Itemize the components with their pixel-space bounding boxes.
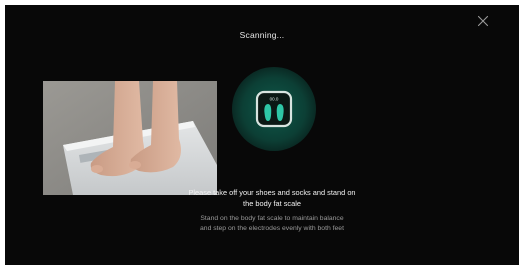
scan-dialog: Scanning... 00.0 Please take off your sh… [5,5,519,265]
scan-status-text: Scanning... [239,30,285,40]
close-icon[interactable] [477,15,489,27]
feet-on-scale-photo [43,81,217,195]
scale-display-text: 00.0 [270,97,279,102]
instruction-heading: Please take off your shoes and socks and… [188,188,356,208]
instruction-description: Stand on the body fat scale to maintain … [200,215,344,232]
scale-feet-icon: 00.0 [232,67,316,151]
